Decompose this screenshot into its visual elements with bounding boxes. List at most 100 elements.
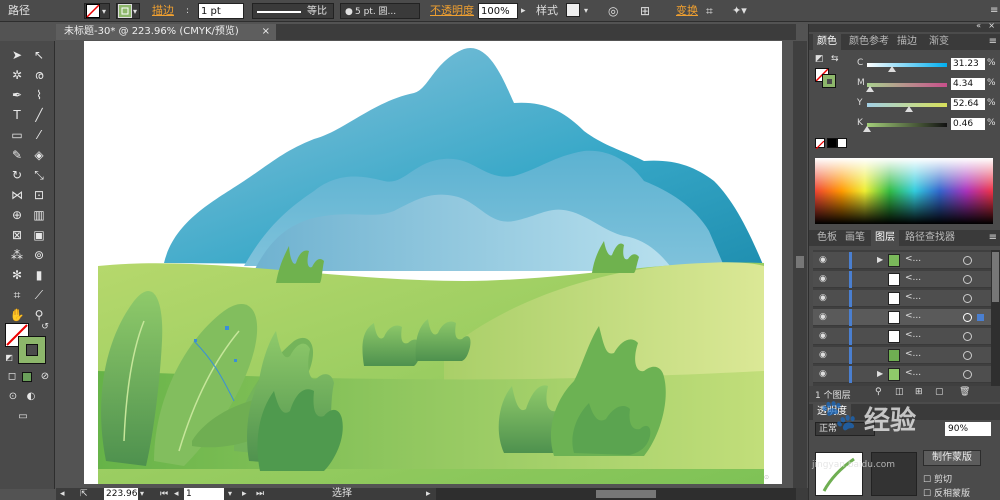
zoom-field[interactable]: 223.96 bbox=[104, 488, 138, 500]
black-slider-handle[interactable] bbox=[863, 126, 872, 132]
draw-mode-icon[interactable]: ⊙ bbox=[4, 389, 22, 405]
clipping-mask-icon[interactable]: ◫ bbox=[895, 387, 904, 397]
fill-color-dropdown[interactable]: ▾ bbox=[84, 3, 110, 19]
eye-icon[interactable]: ◉ bbox=[819, 312, 827, 322]
selection-tool-icon[interactable]: ➤ bbox=[8, 47, 26, 63]
close-icon[interactable]: × bbox=[988, 21, 995, 30]
vertical-scrollbar[interactable] bbox=[793, 41, 807, 488]
swap-icon[interactable]: ↺ bbox=[36, 319, 54, 335]
chevron-down-icon[interactable]: ▾ bbox=[228, 488, 232, 500]
swap-icon[interactable]: ⇆ bbox=[831, 54, 839, 64]
target-circle[interactable] bbox=[963, 294, 972, 303]
export-icon[interactable]: ⇱ bbox=[80, 488, 88, 500]
stroke-color-dropdown[interactable]: ▾ bbox=[116, 3, 140, 19]
target-circle[interactable] bbox=[963, 351, 972, 360]
collapse-icon[interactable]: « bbox=[976, 21, 981, 30]
anchor-point[interactable] bbox=[234, 359, 237, 362]
stroke-label[interactable]: 描边 bbox=[152, 3, 174, 19]
chevron-right-icon[interactable]: ▸ bbox=[521, 3, 526, 19]
anchor-point[interactable] bbox=[225, 326, 229, 330]
eye-icon[interactable]: ◉ bbox=[819, 350, 827, 360]
isolate-icon[interactable]: ⌗ bbox=[706, 3, 713, 19]
color-mode-icon[interactable]: ◻ bbox=[3, 369, 21, 385]
recolor-icon[interactable]: ◎ bbox=[608, 3, 618, 19]
mesh-tool-icon[interactable]: ⊠ bbox=[8, 227, 26, 243]
tab-transparency[interactable]: 透明度 bbox=[813, 404, 851, 420]
magic-wand-icon[interactable]: ✲ bbox=[8, 67, 26, 83]
hand-tool-icon[interactable]: ✋ bbox=[8, 307, 26, 323]
gradient-mode-icon[interactable] bbox=[22, 372, 32, 382]
eye-icon[interactable]: ◉ bbox=[819, 293, 827, 303]
layer-row[interactable]: ◉ ▶ <... bbox=[813, 366, 991, 383]
document-tab[interactable]: 未标题-30* @ 223.96% (CMYK/预览) × bbox=[56, 24, 276, 40]
cyan-slider[interactable] bbox=[867, 63, 947, 67]
tab-color[interactable]: 颜色 bbox=[813, 34, 841, 50]
cyan-slider-handle[interactable] bbox=[887, 66, 896, 72]
artboard[interactable]: ⊙ bbox=[84, 41, 782, 484]
panel-menu-icon[interactable]: ≡ bbox=[989, 36, 997, 47]
curvature-tool-icon[interactable]: ⌇ bbox=[30, 87, 48, 103]
artboard-tool-icon[interactable]: ⌗ bbox=[8, 287, 26, 303]
layer-row[interactable]: ◉ <... bbox=[813, 290, 991, 307]
brush-dropdown[interactable]: ● 5 pt. 圆... bbox=[340, 3, 420, 19]
column-graph-icon[interactable]: ▮ bbox=[30, 267, 48, 283]
horizontal-scrollbar[interactable] bbox=[436, 488, 796, 500]
pen-tool-icon[interactable]: ✒ bbox=[8, 87, 26, 103]
trash-icon[interactable]: 🗑 bbox=[959, 387, 970, 397]
layers-scrollbar[interactable] bbox=[991, 250, 1000, 386]
target-circle[interactable] bbox=[963, 256, 972, 265]
scale-tool-icon[interactable]: ⤡ bbox=[30, 167, 48, 183]
eye-icon[interactable]: ◉ bbox=[819, 369, 827, 379]
new-sublayer-icon[interactable]: ⊞ bbox=[915, 387, 923, 397]
align-icon[interactable]: ⊞ bbox=[640, 3, 650, 19]
locate-object-icon[interactable]: ⚲ bbox=[875, 387, 882, 397]
rotate-tool-icon[interactable]: ↻ bbox=[8, 167, 26, 183]
stroke-swatch[interactable] bbox=[822, 74, 836, 88]
first-artboard-icon[interactable]: ⏮ bbox=[160, 488, 168, 500]
tab-layers[interactable]: 图层 bbox=[871, 230, 899, 246]
panel-menu-icon[interactable]: ≡ bbox=[990, 3, 998, 19]
stroke-swatch[interactable] bbox=[18, 336, 46, 364]
lasso-icon[interactable]: ര bbox=[30, 67, 48, 83]
layer-row[interactable]: ◉ <... bbox=[813, 271, 991, 288]
clip-checkbox[interactable]: ☐ 剪切 bbox=[923, 472, 952, 485]
yellow-slider-handle[interactable] bbox=[905, 106, 914, 112]
type-tool-icon[interactable]: T bbox=[8, 107, 26, 123]
black-slider[interactable] bbox=[867, 123, 947, 127]
arrow-left-icon[interactable]: ◂ bbox=[60, 488, 65, 500]
scrollbar-thumb[interactable] bbox=[596, 490, 656, 498]
tab-pathfinder[interactable]: 路径查找器 bbox=[901, 230, 959, 246]
black-swatch[interactable] bbox=[827, 138, 837, 148]
selection-indicator[interactable] bbox=[977, 314, 984, 321]
options-icon[interactable]: ✦▾ bbox=[732, 3, 747, 19]
transform-label[interactable]: 变换 bbox=[676, 3, 698, 19]
cyan-value-field[interactable]: 31.23 bbox=[951, 58, 985, 70]
opacity-label[interactable]: 不透明度 bbox=[430, 3, 474, 19]
tab-color-guide[interactable]: 颜色参考 bbox=[845, 34, 893, 50]
style-swatch[interactable] bbox=[566, 3, 580, 17]
make-mask-button[interactable]: 制作蒙版 bbox=[923, 450, 981, 466]
symbol-sprayer-icon[interactable]: ✻ bbox=[8, 267, 26, 283]
eyedropper-icon[interactable]: ⁂ bbox=[8, 247, 26, 263]
blend-mode-dropdown[interactable]: 正常 bbox=[815, 422, 875, 436]
screen-mode-icon[interactable]: ▭ bbox=[14, 409, 32, 425]
target-circle[interactable] bbox=[963, 370, 972, 379]
yellow-value-field[interactable]: 52.64 bbox=[951, 98, 985, 110]
scrollbar-thumb[interactable] bbox=[992, 252, 999, 302]
default-colors-icon[interactable]: ◩ bbox=[0, 350, 18, 366]
stroke-profile-dropdown[interactable]: 等比 bbox=[252, 3, 334, 19]
target-circle[interactable] bbox=[963, 313, 972, 322]
chevron-down-icon[interactable]: ▾ bbox=[584, 3, 588, 19]
shape-builder-icon[interactable]: ⊕ bbox=[8, 207, 26, 223]
magenta-slider-handle[interactable] bbox=[866, 86, 875, 92]
pencil-icon[interactable]: ✎ bbox=[8, 147, 26, 163]
line-tool-icon[interactable]: ╱ bbox=[30, 107, 48, 123]
slice-tool-icon[interactable]: ⟋ bbox=[30, 287, 48, 303]
last-artboard-icon[interactable]: ⏭ bbox=[256, 488, 264, 500]
stroke-weight-field[interactable]: 1 pt bbox=[198, 3, 244, 19]
target-circle[interactable] bbox=[963, 332, 972, 341]
new-layer-icon[interactable]: ▢ bbox=[935, 387, 944, 397]
draw-behind-icon[interactable]: ◐ bbox=[22, 389, 40, 405]
direct-selection-tool-icon[interactable]: ↖ bbox=[30, 47, 48, 63]
none-swatch[interactable] bbox=[815, 138, 825, 150]
